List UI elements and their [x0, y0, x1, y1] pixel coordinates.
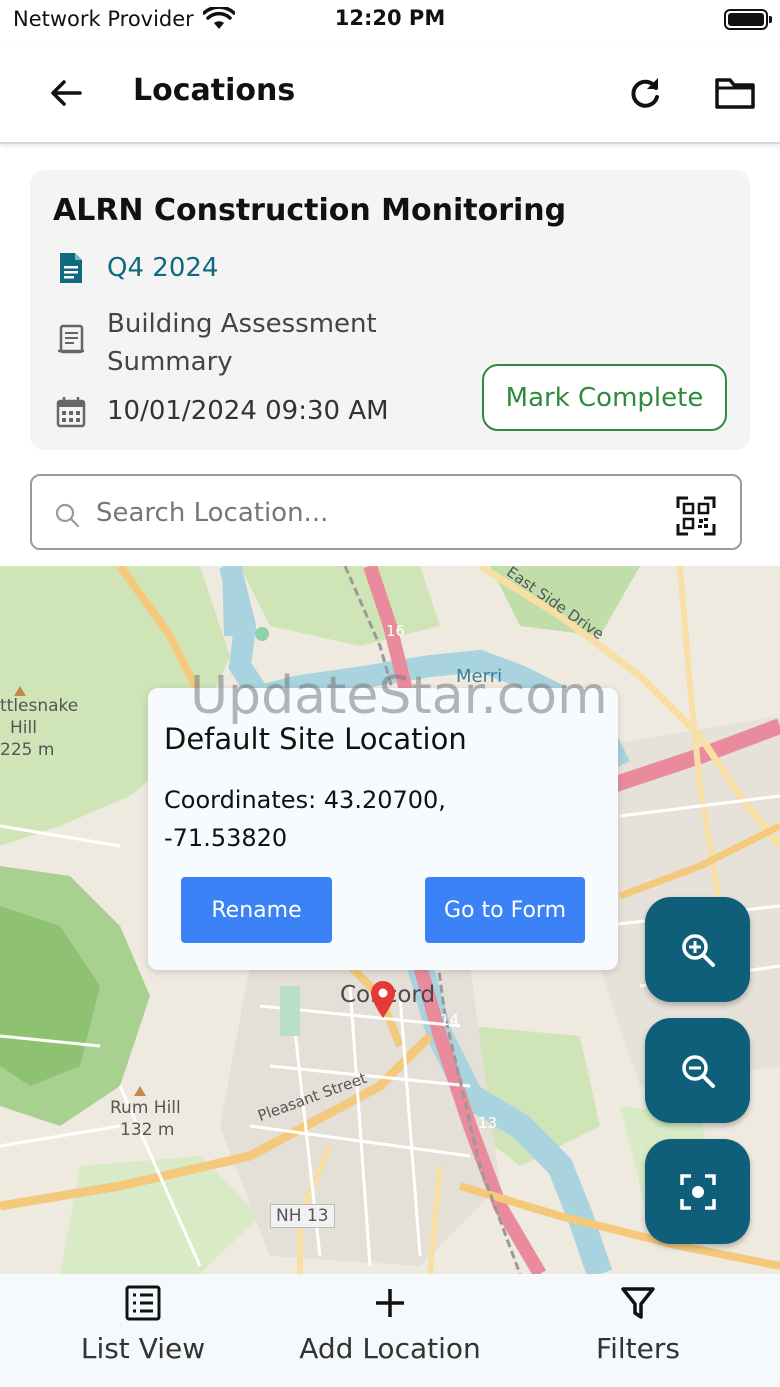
popup-title: Default Site Location	[164, 722, 467, 756]
map-label-rum-hill-elev: 132 m	[120, 1120, 175, 1140]
nav-add-location-label: Add Location	[299, 1332, 481, 1365]
period-label[interactable]: Q4 2024	[107, 253, 218, 283]
map-label-rattlesnake-elev: 225 m	[0, 740, 55, 760]
project-card: ALRN Construction Monitoring Q4 2024 Bui…	[30, 170, 750, 450]
nav-list-view-label: List View	[80, 1332, 206, 1365]
list-view-icon	[125, 1285, 161, 1321]
location-pin-icon[interactable]	[369, 979, 397, 1019]
refresh-icon[interactable]	[620, 68, 670, 118]
plus-icon	[376, 1289, 404, 1317]
status-time: 12:20 PM	[334, 6, 446, 30]
zoom-out-button[interactable]	[645, 1018, 750, 1123]
qr-scan-icon[interactable]	[676, 496, 716, 536]
folder-icon[interactable]	[710, 68, 760, 118]
map-label-nh13: NH 13	[270, 1204, 335, 1228]
map-label-rattlesnake: ttlesnake	[0, 696, 79, 716]
map-label-route-14: 14	[440, 1011, 460, 1029]
app-header: Locations	[0, 42, 780, 144]
focus-center-icon	[679, 1173, 716, 1210]
map-label-rum-hill: Rum Hill	[110, 1098, 181, 1118]
form-icon	[58, 324, 84, 354]
nav-add-location[interactable]: Add Location	[280, 1284, 500, 1384]
search-input[interactable]	[96, 490, 656, 536]
rename-button[interactable]: Rename	[181, 877, 332, 943]
bottom-nav: List View Add Location Filters	[0, 1274, 780, 1387]
search-icon	[55, 503, 80, 528]
go-to-form-button[interactable]: Go to Form	[425, 877, 585, 943]
map-label-route-13: 13	[478, 1114, 498, 1132]
nav-list-view[interactable]: List View	[68, 1284, 218, 1384]
form-name: Building Assessment Summary	[107, 309, 377, 377]
map-label-rattlesnake-hill: Hill	[10, 718, 37, 738]
scheduled-datetime: 10/01/2024 09:30 AM	[107, 396, 389, 426]
watermark: UpdateStar.com	[190, 666, 608, 726]
mark-complete-button[interactable]: Mark Complete	[482, 364, 727, 431]
map-view[interactable]: ttlesnake Hill 225 m Rum Hill 132 m Plea…	[0, 566, 780, 1274]
zoom-in-icon	[681, 933, 715, 967]
nav-filters[interactable]: Filters	[578, 1284, 698, 1384]
recenter-button[interactable]	[645, 1139, 750, 1244]
popup-coordinates: Coordinates: 43.20700, -71.53820	[164, 786, 446, 852]
nav-filters-label: Filters	[596, 1332, 680, 1365]
project-title: ALRN Construction Monitoring	[53, 193, 567, 228]
zoom-out-icon	[681, 1054, 715, 1088]
page-title: Locations	[133, 73, 296, 108]
zoom-in-button[interactable]	[645, 897, 750, 1002]
filter-icon	[621, 1287, 655, 1319]
document-icon	[60, 253, 82, 283]
calendar-icon	[56, 397, 86, 428]
location-popup: Default Site Location Coordinates: 43.20…	[148, 688, 618, 970]
battery-icon	[724, 9, 772, 30]
search-bar	[30, 474, 742, 550]
map-label-route-16: 16	[386, 622, 406, 640]
status-bar: Network Provider 12:20 PM	[0, 0, 780, 42]
back-arrow-icon[interactable]	[42, 68, 92, 118]
